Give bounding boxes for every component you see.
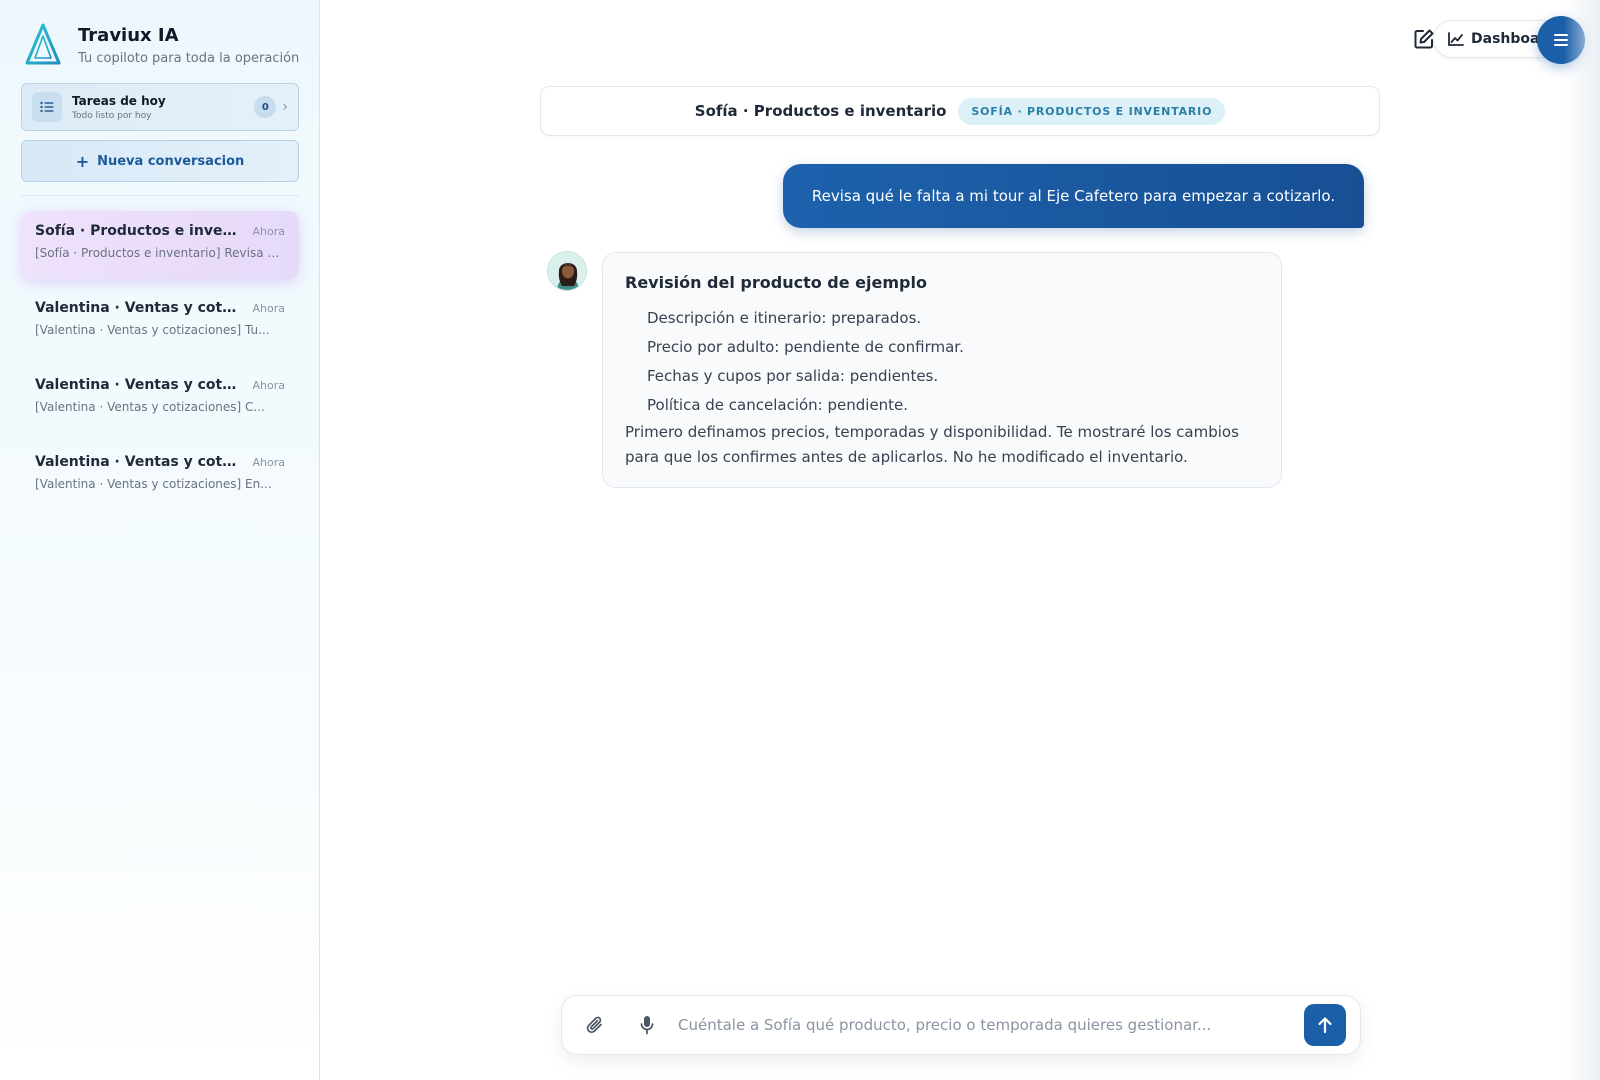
agent-badge: SOFÍA · PRODUCTOS E INVENTARIO: [958, 97, 1226, 125]
sidebar-divider: [21, 195, 299, 196]
conversation-item[interactable]: Valentina · Ventas y cotizaciones Ahora …: [21, 288, 299, 356]
chat-header-title: Sofía · Productos e inventario: [694, 102, 947, 120]
app-subtitle: Tu copiloto para toda la operación: [78, 51, 300, 66]
conversation-preview: [Valentina · Ventas y cotizaciones] En..…: [35, 477, 272, 491]
edit-icon[interactable]: [1413, 28, 1435, 50]
conversation-preview: [Sofía · Productos e inventario] Revisa …: [35, 246, 285, 260]
conversation-item-active[interactable]: Sofía · Productos e inventario Ahora [So…: [21, 211, 299, 279]
conversation-time: Ahora: [252, 302, 286, 315]
tasks-count-badge: 0: [254, 96, 277, 118]
chevron-right-icon: ›: [282, 99, 288, 115]
chat-header: Sofía · Productos e inventario SOFÍA · P…: [540, 86, 1380, 136]
list-icon: [32, 92, 62, 122]
checklist-item: Fechas y cupos por salida: pendientes.: [647, 367, 939, 385]
microphone-icon[interactable]: [636, 1014, 658, 1036]
checklist-item: Política de cancelación: pendiente.: [647, 396, 909, 414]
message-composer: [561, 995, 1361, 1055]
send-button[interactable]: [1304, 1004, 1346, 1046]
brand: Traviux IA Tu copiloto para toda la oper…: [24, 22, 299, 66]
tasks-title: Tareas de hoy: [72, 93, 166, 108]
checklist-item: Precio por adulto: pendiente de confirma…: [647, 338, 964, 356]
conversation-time: Ahora: [252, 225, 286, 238]
user-message-text: Revisa qué le falta a mi tour al Eje Caf…: [811, 187, 1336, 205]
conversation-item[interactable]: Valentina · Ventas y cotizaciones Ahora …: [21, 365, 299, 433]
sidebar: Traviux IA Tu copiloto para toda la oper…: [0, 0, 320, 1080]
avatar: [547, 251, 587, 291]
triangle-logo-icon: [25, 23, 61, 65]
conversation-preview: [Valentina · Ventas y cotizaciones] Tu..…: [35, 323, 270, 337]
conversation-title: Sofía · Productos e inventario: [35, 223, 240, 239]
new-conversation-button[interactable]: + Nueva conversacion: [21, 140, 299, 182]
user-message: Revisa qué le falta a mi tour al Eje Caf…: [783, 164, 1364, 228]
tasks-today-card[interactable]: Tareas de hoy Todo listo por hoy 0 ›: [21, 83, 299, 131]
plus-icon: +: [75, 151, 90, 171]
conversation-title: Valentina · Ventas y cotizaciones: [35, 377, 240, 393]
app-title: Traviux IA: [78, 25, 179, 46]
chart-line-icon: [1448, 32, 1464, 46]
assistant-checklist: Descripción e itinerario: preparados. Pr…: [625, 304, 1259, 420]
conversation-title: Valentina · Ventas y cotizaciones: [35, 300, 240, 316]
arrow-up-icon: [1318, 1017, 1332, 1034]
conversation-time: Ahora: [252, 456, 286, 469]
assistant-message: Revisión del producto de ejemplo Descrip…: [602, 252, 1282, 488]
message-input[interactable]: [678, 1016, 1304, 1034]
new-conversation-label: Nueva conversacion: [97, 153, 245, 169]
tasks-subtitle: Todo listo por hoy: [72, 110, 152, 121]
assistant-message-paragraph: Primero definamos precios, temporadas y …: [625, 423, 1239, 466]
right-edge-fade: [1564, 0, 1600, 1080]
conversation-list: Sofía · Productos e inventario Ahora [So…: [21, 211, 299, 519]
conversation-item[interactable]: Valentina · Ventas y cotizaciones Ahora …: [21, 442, 299, 510]
paperclip-icon[interactable]: [584, 1014, 606, 1036]
checklist-item: Descripción e itinerario: preparados.: [647, 309, 922, 327]
conversation-title: Valentina · Ventas y cotizaciones: [35, 454, 240, 470]
conversation-preview: [Valentina · Ventas y cotizaciones] C...: [35, 400, 265, 414]
assistant-message-title: Revisión del producto de ejemplo: [625, 273, 927, 292]
conversation-time: Ahora: [252, 379, 286, 392]
